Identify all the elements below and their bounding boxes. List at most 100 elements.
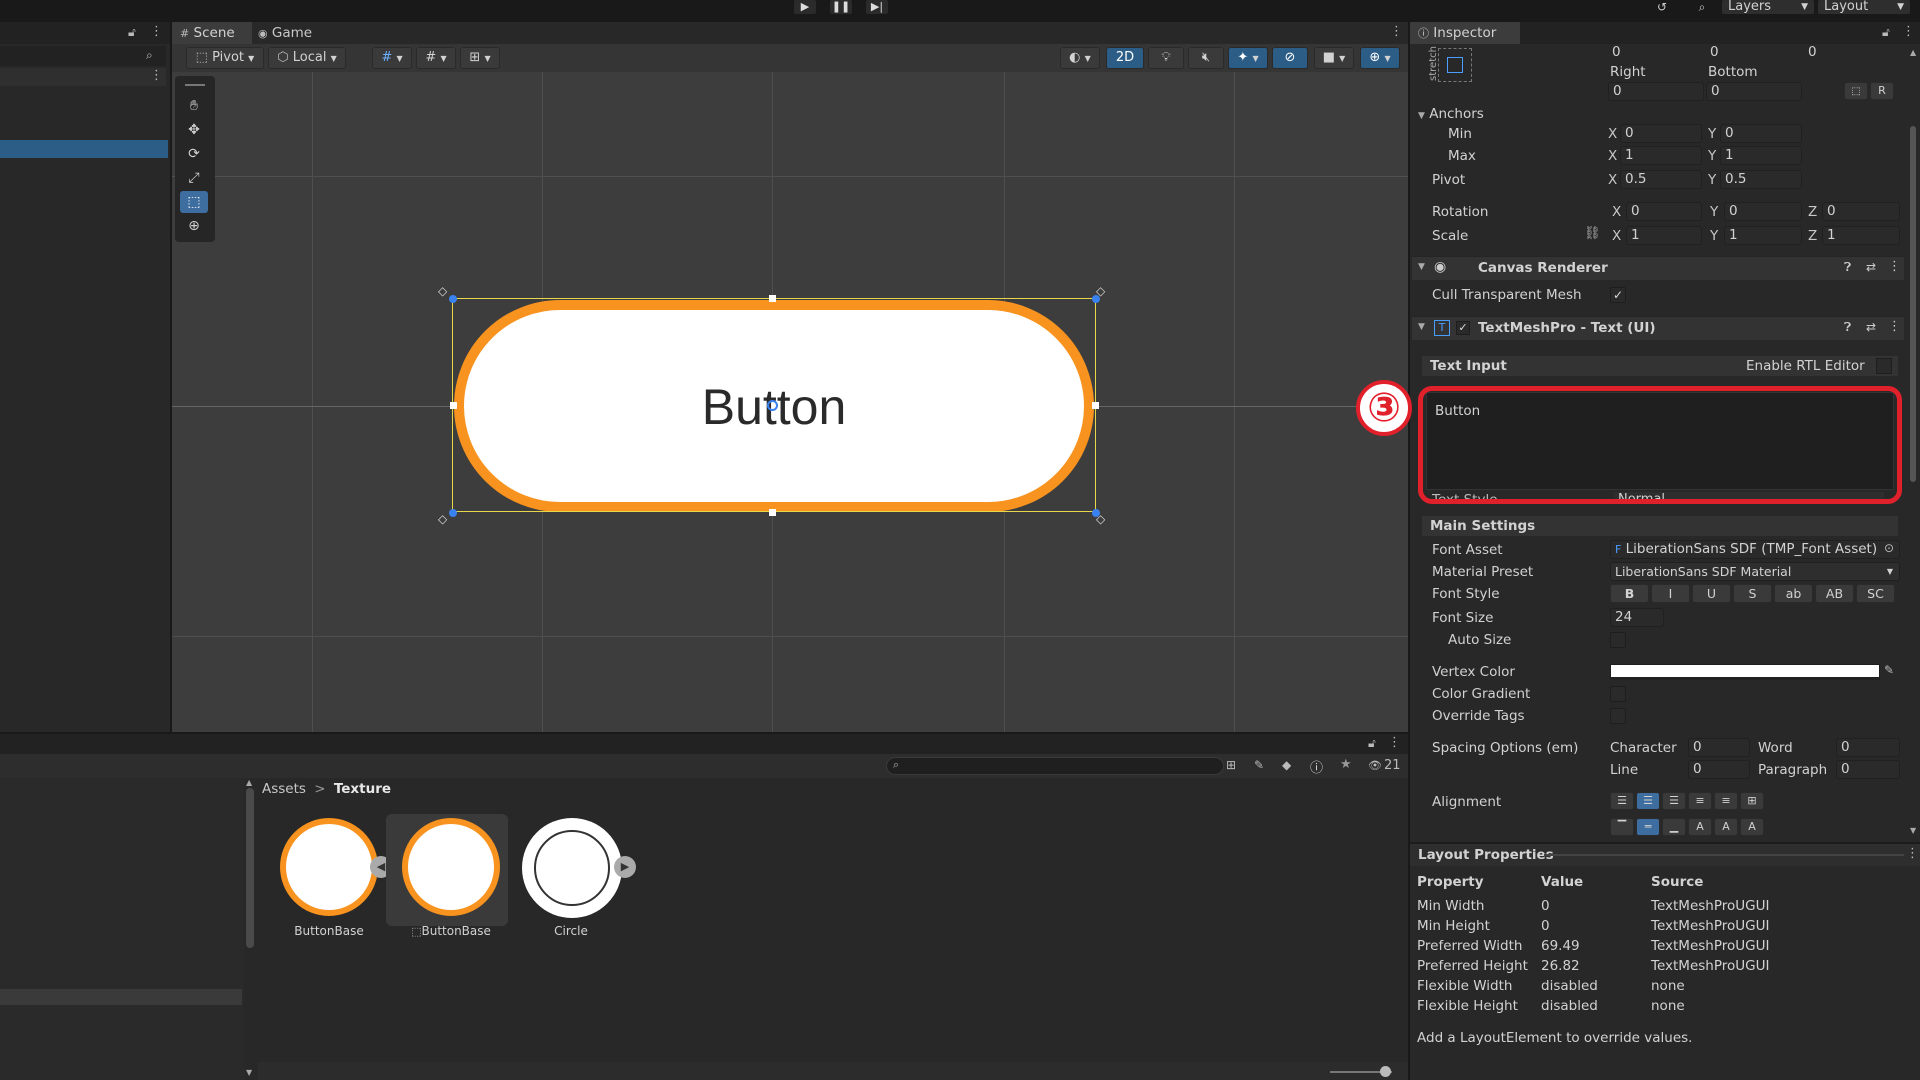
align-bottom-icon[interactable]: ▁ (1662, 818, 1686, 836)
font-style-button[interactable]: B (1610, 584, 1649, 603)
hierarchy-selected-item[interactable] (0, 140, 168, 158)
camera-button[interactable]: ■ ▼ (1314, 47, 1354, 69)
local-toggle[interactable]: ⬡ Local ▼ (268, 47, 346, 69)
anchor-icon[interactable]: ◇ (438, 284, 447, 298)
audio-toggle[interactable]: 🔇︎ (1188, 47, 1224, 69)
effects-toggle[interactable]: ✦ ▼ (1228, 47, 1268, 69)
anchors-min-x-field[interactable]: 0 (1620, 124, 1702, 143)
anchor-preset-button[interactable]: stretch (1422, 44, 1482, 86)
move-tool-icon[interactable]: ✥ (180, 119, 208, 141)
hidden-objects-toggle[interactable]: ⊘ (1272, 47, 1308, 69)
kebab-menu-icon[interactable]: ⋮ (1888, 259, 1901, 274)
paragraph-spacing-field[interactable]: 0 (1836, 760, 1900, 779)
preset-icon[interactable]: ⇄ (1866, 260, 1876, 274)
rect-handle[interactable] (450, 402, 457, 409)
anchors-min-y-field[interactable]: 0 (1720, 124, 1802, 143)
scale-z-field[interactable]: 1 (1822, 226, 1900, 245)
vertex-color-swatch[interactable] (1610, 664, 1880, 680)
scroll-down-icon[interactable]: ▼ (1910, 826, 1916, 835)
kebab-menu-icon[interactable]: ⋮ (150, 68, 163, 83)
font-style-button[interactable]: U (1692, 584, 1731, 603)
font-size-field[interactable]: 24 (1610, 608, 1664, 627)
align-left-icon[interactable]: ☰ (1610, 792, 1634, 810)
auto-size-checkbox[interactable] (1610, 632, 1626, 648)
hand-tool-icon[interactable]: ✋︎ (180, 95, 208, 117)
pivot-x-field[interactable]: 0.5 (1620, 170, 1702, 189)
anchors-max-x-field[interactable]: 1 (1620, 146, 1702, 165)
font-style-button[interactable]: S (1733, 584, 1772, 603)
anchor-icon[interactable]: ◇ (1096, 512, 1105, 526)
scroll-up-icon[interactable]: ▲ (246, 778, 252, 787)
canvas-renderer-header[interactable]: ▼ ◉ Canvas Renderer ❓︎ ⇄ ⋮ (1412, 256, 1904, 280)
align-baseline-icon[interactable]: A (1688, 818, 1712, 836)
scale-tool-icon[interactable]: ⤢ (180, 167, 208, 189)
rect-handle[interactable] (449, 509, 457, 517)
override-tags-checkbox[interactable] (1610, 708, 1626, 724)
grid-visibility-button[interactable]: # ▼ (416, 47, 456, 69)
pivot-y-field[interactable]: 0.5 (1720, 170, 1802, 189)
tab-game[interactable]: ◉ Game (254, 22, 324, 44)
pivot-toggle[interactable]: ⬚ Pivot ▼ (186, 47, 264, 69)
anchors-max-y-field[interactable]: 1 (1720, 146, 1802, 165)
rect-handle[interactable] (449, 295, 457, 303)
kebab-menu-icon[interactable]: ⋮ (1388, 735, 1401, 750)
kebab-menu-icon[interactable]: ⋮ (1390, 24, 1403, 39)
align-midline-icon[interactable]: A (1714, 818, 1738, 836)
font-style-button[interactable]: SC (1856, 584, 1895, 603)
search-icon[interactable]: ⌕ (1692, 0, 1712, 14)
rtl-editor-checkbox[interactable] (1876, 358, 1892, 374)
zoom-slider-thumb[interactable] (1380, 1066, 1391, 1077)
lock-icon[interactable]: 🔓︎ (1882, 25, 1890, 40)
object-picker-icon[interactable]: ⊙ (1884, 541, 1894, 555)
font-style-button[interactable]: ab (1774, 584, 1813, 603)
shading-mode-button[interactable]: ◐ ▼ (1060, 47, 1100, 69)
color-gradient-checkbox[interactable] (1610, 686, 1626, 702)
align-right-icon[interactable]: ☰ (1662, 792, 1686, 810)
folder-tree-selected-row[interactable] (0, 989, 242, 1005)
word-spacing-field[interactable]: 0 (1836, 738, 1900, 757)
kebab-menu-icon[interactable]: ⋮ (1906, 846, 1919, 861)
anchors-foldout[interactable]: ▼ Anchors (1418, 106, 1484, 122)
rotate-tool-icon[interactable]: ⟳ (180, 143, 208, 165)
character-spacing-field[interactable]: 0 (1688, 738, 1750, 757)
rotation-x-field[interactable]: 0 (1626, 202, 1702, 221)
gizmos-button[interactable]: ⊕ ▼ (1360, 47, 1400, 69)
help-icon[interactable]: ❓︎ (1844, 260, 1851, 275)
font-asset-field[interactable]: F LiberationSans SDF (TMP_Font Asset) (1610, 540, 1900, 559)
scroll-down-icon[interactable]: ▼ (246, 1068, 252, 1077)
hierarchy-search-bar[interactable]: ⌕ (0, 46, 166, 66)
increment-snap-button[interactable]: ⊞ ▼ (460, 47, 500, 69)
grid-snap-button[interactable]: # ▼ (372, 47, 412, 69)
folder-tree-scrollbar[interactable] (246, 788, 254, 948)
kebab-menu-icon[interactable]: ⋮ (1902, 24, 1915, 39)
anchor-icon[interactable]: ◇ (1096, 284, 1105, 298)
tab-scene[interactable]: # Scene (172, 22, 252, 44)
pivot-handle[interactable] (767, 400, 778, 411)
align-capline-icon[interactable]: A (1740, 818, 1764, 836)
tab-inspector[interactable]: ⓘ Inspector (1410, 22, 1520, 44)
inspector-scrollbar[interactable] (1910, 126, 1916, 482)
transform-tool-icon[interactable]: ⊕ (180, 215, 208, 237)
search-options-icon[interactable]: ⌕ (146, 48, 153, 63)
drag-handle[interactable] (1544, 854, 1904, 856)
lock-icon[interactable]: 🔓︎ (128, 25, 136, 40)
align-geometry-center-icon[interactable]: ⊞ (1740, 792, 1764, 810)
right-field[interactable]: 0 (1608, 82, 1704, 101)
pause-icon[interactable]: ❚❚ (830, 0, 852, 14)
rect-handle[interactable] (769, 509, 776, 516)
scale-y-field[interactable]: 1 (1724, 226, 1802, 245)
link-icon[interactable]: ⛓︎ (1584, 226, 1601, 241)
search-by-label-icon[interactable]: ✎ (1254, 758, 1264, 772)
preset-icon[interactable]: ⇄ (1866, 320, 1876, 334)
project-search-input[interactable]: ⌕ (886, 757, 1224, 775)
hierarchy-scene-row[interactable]: ⋮ (0, 68, 166, 86)
scale-x-field[interactable]: 1 (1626, 226, 1702, 245)
align-middle-icon[interactable]: ═ (1636, 818, 1660, 836)
rect-handle[interactable] (1092, 402, 1099, 409)
play-icon[interactable]: ▶ (794, 0, 816, 14)
eye-icon[interactable]: 👁︎ 21 (1368, 758, 1401, 773)
rect-tool-icon[interactable]: ⬚ (180, 191, 208, 213)
expand-arrow-icon[interactable]: ▶ (614, 856, 636, 878)
align-flush-icon[interactable]: ≡ (1714, 792, 1738, 810)
tag-icon[interactable]: ◆ (1282, 758, 1291, 772)
